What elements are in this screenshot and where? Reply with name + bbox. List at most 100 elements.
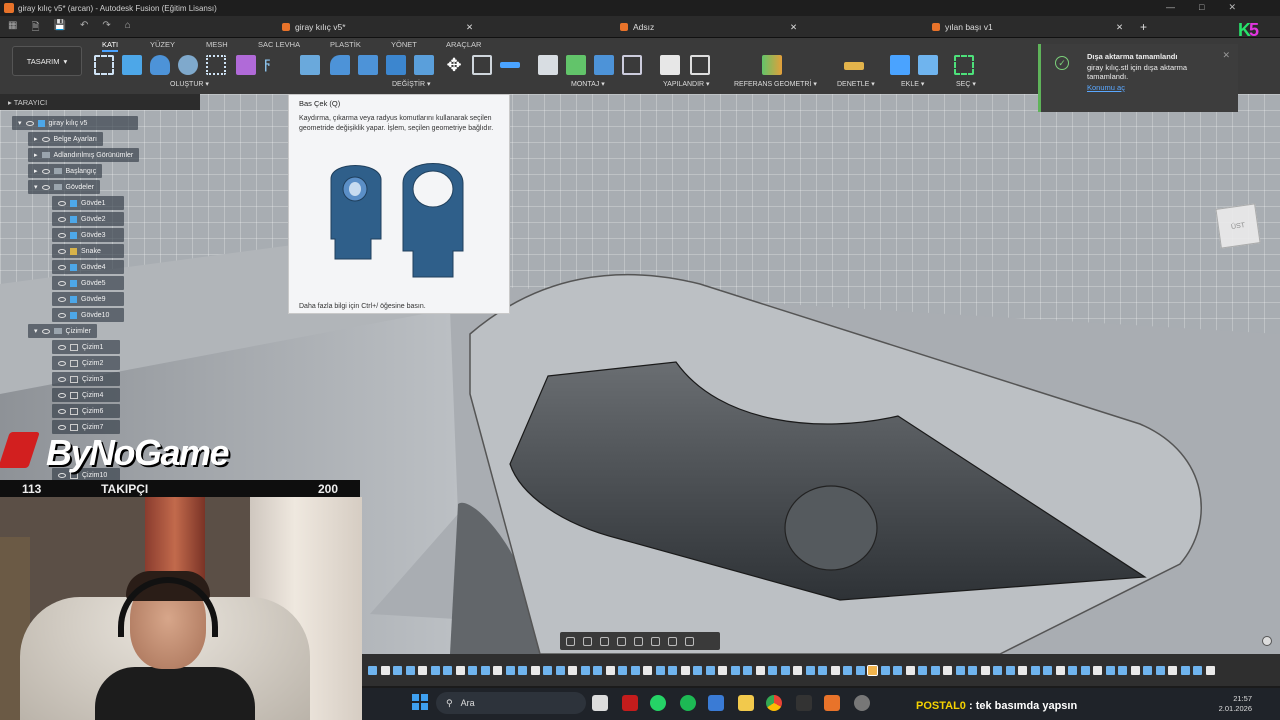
timeline-feature-icon[interactable] [980,665,990,675]
timeline-feature-icon[interactable] [368,665,377,675]
fillet-icon[interactable] [330,55,350,75]
timeline-feature-icon[interactable] [568,665,577,675]
visibility-eye-icon[interactable] [58,264,66,270]
create-form-icon[interactable] [236,55,256,75]
press-pull-icon[interactable] [300,55,320,75]
timeline-feature-icon[interactable] [505,665,515,675]
visibility-eye-icon[interactable] [41,136,50,142]
new-tab-icon[interactable]: + [1140,16,1147,38]
timeline-feature-icon[interactable] [555,665,565,675]
undo-icon[interactable]: ↶ [80,20,88,37]
ribbon-tab-kati[interactable]: KATI [102,40,119,52]
viewports-icon[interactable] [685,636,694,646]
tree-item-govdeler[interactable]: ▾ Gövdeler [28,180,100,194]
tree-item-body[interactable]: Gövde3 [52,228,124,242]
tree-item-sketch[interactable]: Çizim6 [52,404,120,418]
visibility-eye-icon[interactable] [58,312,66,318]
visibility-eye-icon[interactable] [41,168,50,174]
maximize-icon[interactable]: □ [1199,2,1204,13]
close-tab-icon[interactable]: ✕ [466,16,473,38]
timeline-feature-icon[interactable] [543,665,552,675]
grid-settings-icon[interactable] [668,636,677,646]
as-built-joint-icon[interactable] [594,55,614,75]
visibility-eye-icon[interactable] [58,200,66,206]
timeline-feature-icon[interactable] [418,665,427,675]
visibility-eye-icon[interactable] [58,392,66,398]
tree-item-body[interactable]: Snake [52,244,124,258]
clock[interactable]: 21:57 2.01.2026 [1219,694,1252,714]
revolve-icon[interactable] [150,55,170,75]
tree-item-sketch[interactable]: Çizim3 [52,372,120,386]
fusion-taskbar-icon[interactable] [824,695,840,711]
redo-icon[interactable]: ↷ [102,20,110,37]
hole-icon[interactable] [178,55,198,75]
configure-table-icon[interactable] [690,55,710,75]
tree-item-sketch[interactable]: Çizim2 [52,356,120,370]
timeline-feature-icon[interactable] [1168,665,1177,675]
tree-item-adlandirilmis[interactable]: ▸ Adlandırılmış Görünümler [28,148,140,162]
look-at-icon[interactable] [583,636,592,646]
visibility-eye-icon[interactable] [58,344,66,350]
close-icon[interactable]: ✕ [1228,2,1236,13]
ribbon-tab-mesh[interactable]: MESH [206,40,228,49]
derive-icon[interactable]: ϝ [264,55,284,75]
extrude-icon[interactable] [122,55,142,75]
timeline-feature-icon[interactable] [405,665,415,675]
group-montaj[interactable]: MONTAJ ▾ [571,80,605,88]
chamfer-icon[interactable] [358,55,378,75]
timeline-feature-icon[interactable] [993,665,1002,675]
timeline-feature-icon[interactable] [867,664,878,676]
timeline-feature-icon[interactable] [530,665,540,675]
tree-item-sketch[interactable]: Çizim1 [52,340,120,354]
timeline-feature-icon[interactable] [755,665,765,675]
tree-item-body[interactable]: Gövde2 [52,212,124,226]
ribbon-tab-sac-levha[interactable]: SAC LEVHA [258,40,300,49]
timeline-feature-icon[interactable] [518,665,527,675]
minimize-icon[interactable]: — [1166,2,1175,13]
timeline-feature-icon[interactable] [1093,665,1102,675]
timeline-feature-icon[interactable] [580,665,590,675]
browser-header[interactable]: ▸ TARAYICI [0,94,200,110]
rigid-group-icon[interactable] [622,55,642,75]
visibility-eye-icon[interactable] [58,296,66,302]
timeline-feature-icon[interactable] [1205,665,1215,675]
timeline-feature-icon[interactable] [1118,665,1127,675]
select-icon[interactable] [954,55,974,75]
spotify-icon[interactable] [680,695,696,711]
tree-item-body[interactable]: Gövde4 [52,260,124,274]
orbit-icon[interactable] [566,636,575,646]
ribbon-tab-araclar[interactable]: ARAÇLAR [446,40,481,49]
shell-icon[interactable] [386,55,406,75]
grid-menu-icon[interactable]: ▦ [8,20,17,37]
group-referans-geometri[interactable]: REFERANS GEOMETRİ ▾ [734,80,817,88]
timeline-feature-icon[interactable] [768,665,777,675]
tree-item-sketch[interactable]: Çizim4 [52,388,120,402]
timeline-feature-icon[interactable] [730,665,740,675]
timeline-feature-icon[interactable] [630,665,640,675]
app-taskbar-icon[interactable] [854,695,870,711]
timeline-feature-icon[interactable] [830,665,840,675]
move-icon[interactable]: ✥ [444,55,464,75]
timeline-feature-icon[interactable] [1018,665,1027,675]
tab-giray-kilic[interactable]: giray kılıç v5* [282,16,346,38]
timeline-feature-icon[interactable] [430,665,440,675]
timeline-feature-icon[interactable] [1155,665,1165,675]
epic-games-icon[interactable] [796,695,812,711]
visibility-eye-icon[interactable] [58,216,66,222]
tree-item-baslangic[interactable]: ▸ Başlangıç [28,164,103,178]
timeline-feature-icon[interactable] [818,665,827,675]
ribbon-tab-yuzey[interactable]: YÜZEY [150,40,175,49]
home-icon[interactable]: ⌂ [125,20,131,37]
display-settings-icon[interactable] [651,636,660,646]
new-component-icon[interactable] [538,55,558,75]
visibility-eye-icon[interactable] [58,232,66,238]
timeline-feature-icon[interactable] [805,665,815,675]
parameters-icon[interactable] [660,55,680,75]
timeline-feature-icon[interactable] [593,665,602,675]
close-tab-icon[interactable]: ✕ [1116,16,1123,38]
windows-start-icon[interactable] [412,694,428,710]
mail-icon[interactable] [708,695,724,711]
timeline-feature-icon[interactable] [905,665,915,675]
timeline-feature-icon[interactable] [880,665,890,675]
pattern-icon[interactable] [206,55,226,75]
